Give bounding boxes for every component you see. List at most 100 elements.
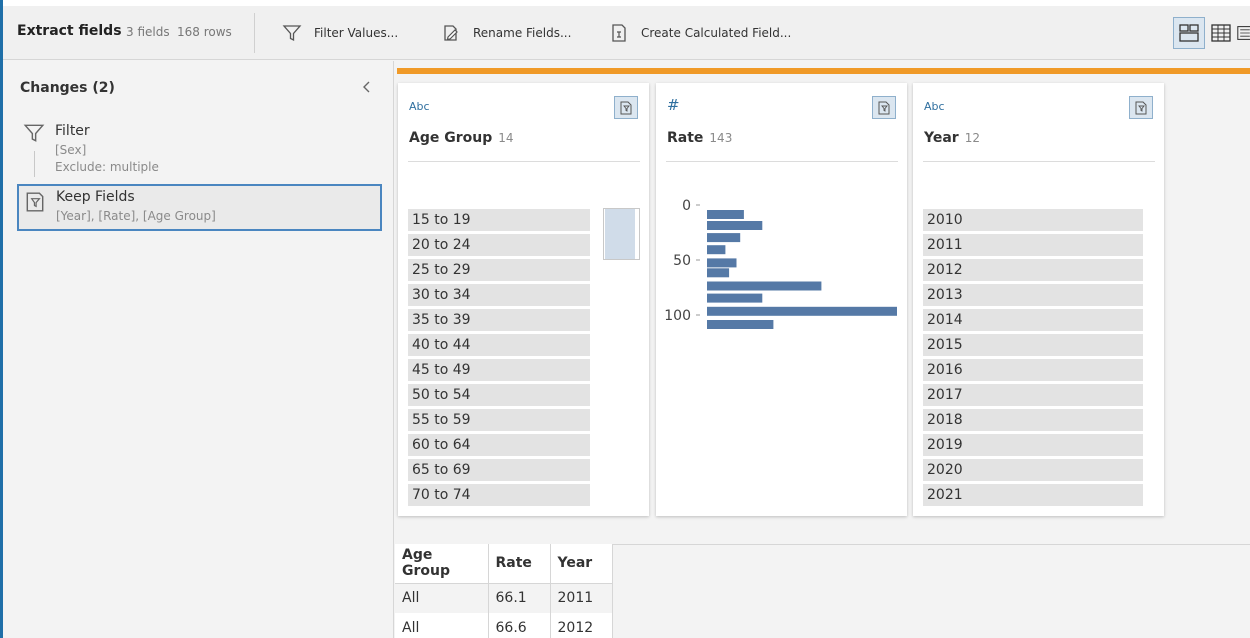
toolbar-divider [254, 13, 255, 53]
profile-card-age-group[interactable]: Abc Age Group 14 15 to 19 20 to 24 25 to … [398, 83, 649, 516]
value-item[interactable]: 65 to 69 [408, 459, 590, 481]
histogram-bar[interactable] [707, 258, 737, 268]
value-item[interactable]: 20 to 24 [408, 234, 590, 256]
field-name-label: Rate [667, 130, 704, 146]
field-name-label: Age Group [409, 130, 493, 146]
histogram-bar[interactable] [707, 210, 744, 219]
step-color-bar [397, 68, 1250, 74]
value-item[interactable]: 25 to 29 [408, 259, 590, 281]
column-header[interactable]: Rate [488, 544, 551, 584]
type-number-icon: # [667, 96, 680, 114]
column-header[interactable]: Age Group [395, 544, 489, 584]
value-item[interactable]: 2016 [923, 359, 1143, 381]
card-divider [408, 161, 640, 162]
value-item[interactable]: 55 to 59 [408, 409, 590, 431]
fields-count: 3 fields [126, 25, 170, 39]
table-cell[interactable]: 2012 [550, 613, 613, 638]
data-grid[interactable]: Age Group Rate Year All 66.1 2011 All 66… [395, 544, 613, 638]
field-name-label: Year [924, 130, 959, 146]
histogram-bar[interactable] [707, 320, 774, 329]
field-distinct-count: 14 [498, 131, 514, 145]
profile-pane: Abc Age Group 14 15 to 19 20 to 24 25 to … [395, 61, 1250, 638]
histogram-bar[interactable] [707, 233, 741, 243]
table-view-button[interactable] [1205, 17, 1237, 49]
value-item[interactable]: 2013 [923, 284, 1143, 306]
filter-values-button[interactable]: Filter Values... [282, 19, 398, 47]
value-item[interactable]: 2012 [923, 259, 1143, 281]
rename-fields-button[interactable]: Rename Fields... [441, 19, 571, 47]
table-cell[interactable]: 66.1 [488, 583, 551, 613]
histogram-bars[interactable] [707, 210, 897, 329]
collapse-panel-icon[interactable] [359, 79, 375, 95]
value-item[interactable]: 70 to 74 [408, 484, 590, 506]
table-cell[interactable]: All [395, 583, 489, 613]
type-string-icon: Abc [924, 100, 945, 113]
change-name: Filter [55, 123, 90, 139]
profile-card-year[interactable]: Abc Year 12 2010 2011 2012 2013 2014 2015… [913, 83, 1164, 516]
histogram-bar[interactable] [707, 268, 730, 278]
value-item[interactable]: 30 to 34 [408, 284, 590, 306]
field-name: Rate 143 [667, 130, 732, 146]
histogram-bar[interactable] [707, 306, 897, 316]
value-item[interactable]: 2019 [923, 434, 1143, 456]
value-item[interactable]: 2011 [923, 234, 1143, 256]
view-toggle-group [1171, 17, 1250, 49]
profile-view-icon [1179, 24, 1199, 42]
card-filter-icon [1135, 101, 1147, 114]
filter-menu-button[interactable] [1129, 96, 1153, 119]
change-item-keep-fields[interactable]: Keep Fields [Year], [Rate], [Age Group] [17, 184, 382, 231]
filter-menu-button[interactable] [872, 96, 896, 119]
change-connector [34, 151, 35, 177]
create-calculated-field-label: Create Calculated Field... [641, 26, 792, 40]
profile-card-rate[interactable]: # Rate 143 0 50 100 [656, 83, 907, 516]
card-divider [923, 161, 1155, 162]
axis-tick-label: 0 [682, 198, 691, 214]
table-view-icon [1211, 24, 1231, 42]
rate-histogram[interactable]: 0 50 100 [656, 193, 907, 373]
histogram-bar[interactable] [707, 245, 726, 255]
value-item[interactable]: 45 to 49 [408, 359, 590, 381]
value-item[interactable]: 35 to 39 [408, 309, 590, 331]
minimap-frame [603, 208, 640, 260]
changes-title: Changes (2) [20, 80, 115, 96]
change-item-filter[interactable]: Filter [Sex] Exclude: multiple [17, 118, 382, 180]
value-item[interactable]: 2021 [923, 484, 1143, 506]
value-list: 2010 2011 2012 2013 2014 2015 2016 2017 … [923, 209, 1143, 509]
table-row[interactable]: All 66.6 2012 [395, 613, 613, 638]
histogram-bar[interactable] [707, 281, 822, 291]
rename-fields-label: Rename Fields... [473, 26, 572, 40]
profile-view-button[interactable] [1173, 17, 1205, 49]
filter-icon [282, 25, 302, 42]
value-item[interactable]: 2020 [923, 459, 1143, 481]
scroll-minimap[interactable] [603, 208, 640, 260]
value-item[interactable]: 2018 [923, 409, 1143, 431]
create-calculated-field-button[interactable]: Create Calculated Field... [609, 19, 791, 47]
histogram-bar[interactable] [707, 221, 763, 230]
value-item[interactable]: 2010 [923, 209, 1143, 231]
list-view-icon [1237, 26, 1250, 40]
change-field: [Year], [Rate], [Age Group] [56, 209, 216, 223]
card-filter-icon [878, 101, 890, 114]
value-item[interactable]: 2015 [923, 334, 1143, 356]
value-item[interactable]: 40 to 44 [408, 334, 590, 356]
keep-fields-icon [26, 192, 44, 212]
field-distinct-count: 12 [964, 131, 980, 145]
field-name: Age Group 14 [409, 130, 514, 146]
field-distinct-count: 143 [709, 131, 733, 145]
value-item[interactable]: 50 to 54 [408, 384, 590, 406]
table-cell[interactable]: 66.6 [488, 613, 551, 638]
value-item[interactable]: 2017 [923, 384, 1143, 406]
changes-panel: Changes (2) Filter [Sex] Exclude: multip… [3, 61, 394, 638]
filter-menu-button[interactable] [614, 96, 638, 119]
table-cell[interactable]: All [395, 613, 489, 638]
table-cell[interactable]: 2011 [550, 583, 613, 613]
value-item[interactable]: 60 to 64 [408, 434, 590, 456]
histogram-axis: 0 50 100 [664, 198, 700, 324]
column-header[interactable]: Year [550, 544, 613, 584]
table-row[interactable]: All 66.1 2011 [395, 583, 613, 613]
value-item[interactable]: 2014 [923, 309, 1143, 331]
calculated-field-icon [612, 24, 626, 42]
list-view-button[interactable] [1237, 17, 1250, 49]
histogram-bar[interactable] [707, 293, 763, 303]
value-item[interactable]: 15 to 19 [408, 209, 590, 231]
